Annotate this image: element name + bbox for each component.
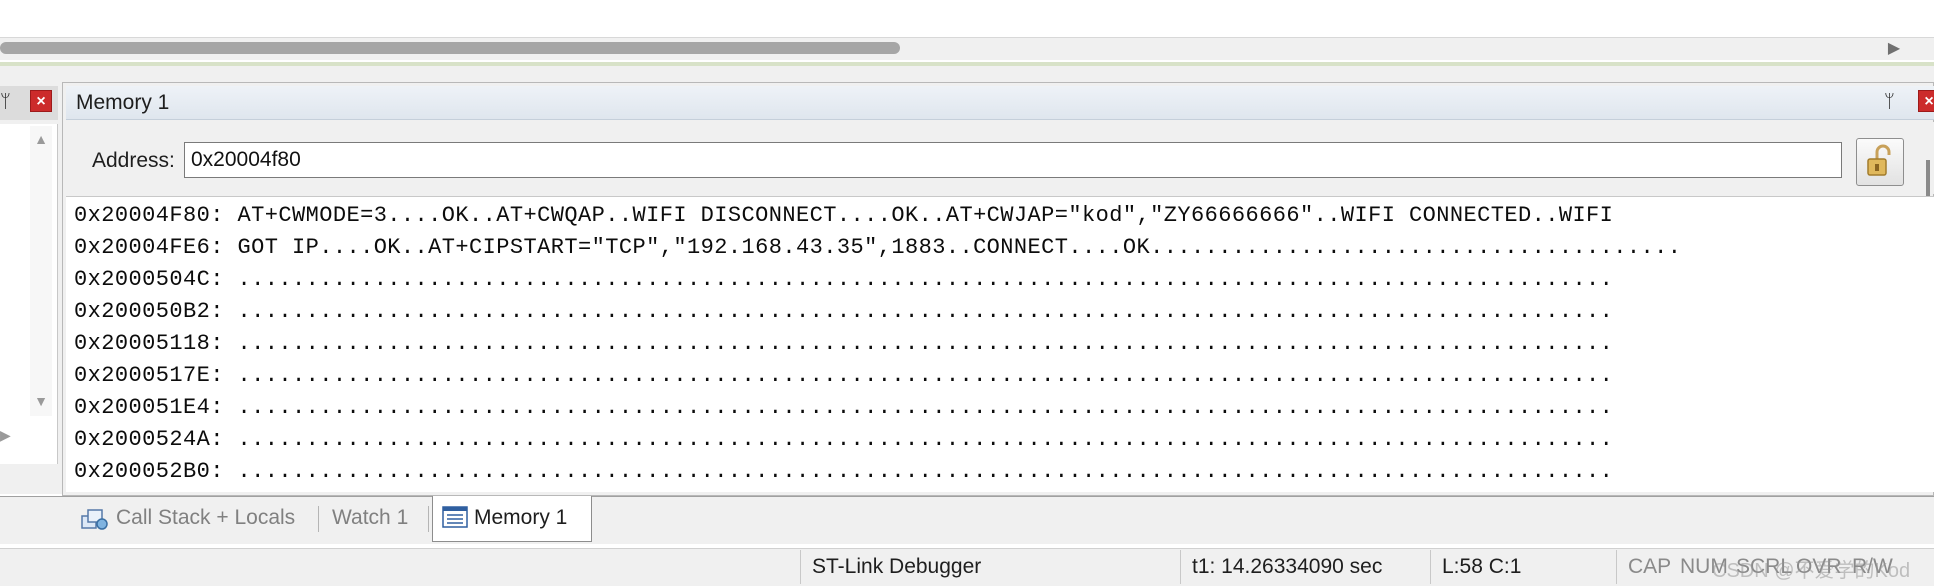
memory-icon	[442, 506, 468, 528]
status-debugger: ST-Link Debugger	[812, 555, 982, 578]
memory-line-address: 0x200051E4:	[74, 395, 224, 420]
memory-line-address: 0x200052B0:	[74, 459, 224, 484]
pin-icon[interactable]: ᛘ	[1884, 88, 1906, 114]
scroll-down-arrow-icon[interactable]: ▼	[30, 390, 52, 412]
memory-line[interactable]: 0x200050B2: ............................…	[74, 296, 1894, 328]
editor-area	[0, 0, 1934, 38]
memory-line-text: AT+CWMODE=3....OK..AT+CWQAP..WIFI DISCON…	[237, 203, 1614, 228]
memory-line[interactable]: 0x2000524A: ............................…	[74, 424, 1894, 456]
splitter-gap	[0, 66, 1934, 82]
tab-call-stack-locals[interactable]: Call Stack + Locals	[116, 498, 295, 538]
tab-separator	[428, 506, 429, 532]
scroll-right-arrow-icon[interactable]: ▶	[0, 424, 16, 446]
scroll-up-arrow-icon[interactable]: ▲	[30, 128, 52, 150]
memory-line-address: 0x2000504C:	[74, 267, 224, 292]
tab-separator	[318, 506, 319, 532]
status-separator	[1180, 550, 1181, 584]
memory-line-text: ........................................…	[237, 363, 1614, 388]
memory-line[interactable]: 0x2000517E: ............................…	[74, 360, 1894, 392]
close-icon[interactable]: ×	[30, 90, 52, 112]
memory-line[interactable]: 0x2000504C: ............................…	[74, 264, 1894, 296]
memory-lines: 0x20004F80: AT+CWMODE=3....OK..AT+CWQAP.…	[74, 200, 1894, 488]
memory-line[interactable]: 0x200052B0: ............................…	[74, 456, 1894, 488]
memory-panel-header	[66, 86, 1934, 120]
scrollbar-thumb[interactable]	[0, 42, 900, 54]
scroll-right-arrow-icon[interactable]: ▶	[1883, 38, 1905, 60]
memory-line-text: ........................................…	[237, 299, 1614, 324]
memory-line-text: ........................................…	[237, 427, 1614, 452]
memory-line-text: GOT IP....OK..AT+CIPSTART="TCP","192.168…	[237, 235, 1682, 260]
call-stack-icon	[80, 506, 110, 532]
memory-line[interactable]: 0x20004F80: AT+CWMODE=3....OK..AT+CWQAP.…	[74, 200, 1894, 232]
unlock-icon	[1867, 144, 1891, 176]
status-cap: CAP	[1628, 555, 1672, 578]
tab-watch-1[interactable]: Watch 1	[332, 498, 408, 538]
status-position: L:58 C:1	[1442, 555, 1522, 578]
status-separator	[800, 550, 801, 584]
memory-panel-title: Memory 1	[76, 91, 170, 114]
memory-line-address: 0x20004F80:	[74, 203, 224, 228]
memory-line[interactable]: 0x20004FE6: GOT IP....OK..AT+CIPSTART="T…	[74, 232, 1894, 264]
watermark: CSDN @不爱学的Kod	[1712, 560, 1911, 582]
pin-icon[interactable]: ᛘ	[0, 88, 22, 114]
address-label: Address:	[92, 149, 175, 172]
memory-line-address: 0x2000524A:	[74, 427, 224, 452]
address-input[interactable]	[184, 142, 1842, 178]
memory-line-address: 0x20004FE6:	[74, 235, 224, 260]
memory-line-address: 0x20005118:	[74, 331, 224, 356]
memory-line-address: 0x2000517E:	[74, 363, 224, 388]
memory-line-text: ........................................…	[237, 459, 1614, 484]
status-time: t1: 14.26334090 sec	[1192, 555, 1383, 578]
memory-line-text: ........................................…	[237, 331, 1614, 356]
memory-line[interactable]: 0x20005118: ............................…	[74, 328, 1894, 360]
status-separator	[1616, 550, 1617, 584]
left-panel-vertical-scrollbar[interactable]	[30, 126, 52, 416]
memory-line-address: 0x200050B2:	[74, 299, 224, 324]
memory-line-text: ........................................…	[237, 395, 1614, 420]
memory-line-text: ........................................…	[237, 267, 1614, 292]
memory-line[interactable]: 0x200051E4: ............................…	[74, 392, 1894, 424]
status-separator	[1430, 550, 1431, 584]
memory-scrollbar-thumb[interactable]	[1926, 160, 1930, 196]
close-icon[interactable]: ×	[1918, 90, 1934, 112]
lock-button[interactable]	[1856, 138, 1904, 186]
tab-memory-1-label[interactable]: Memory 1	[474, 498, 567, 538]
